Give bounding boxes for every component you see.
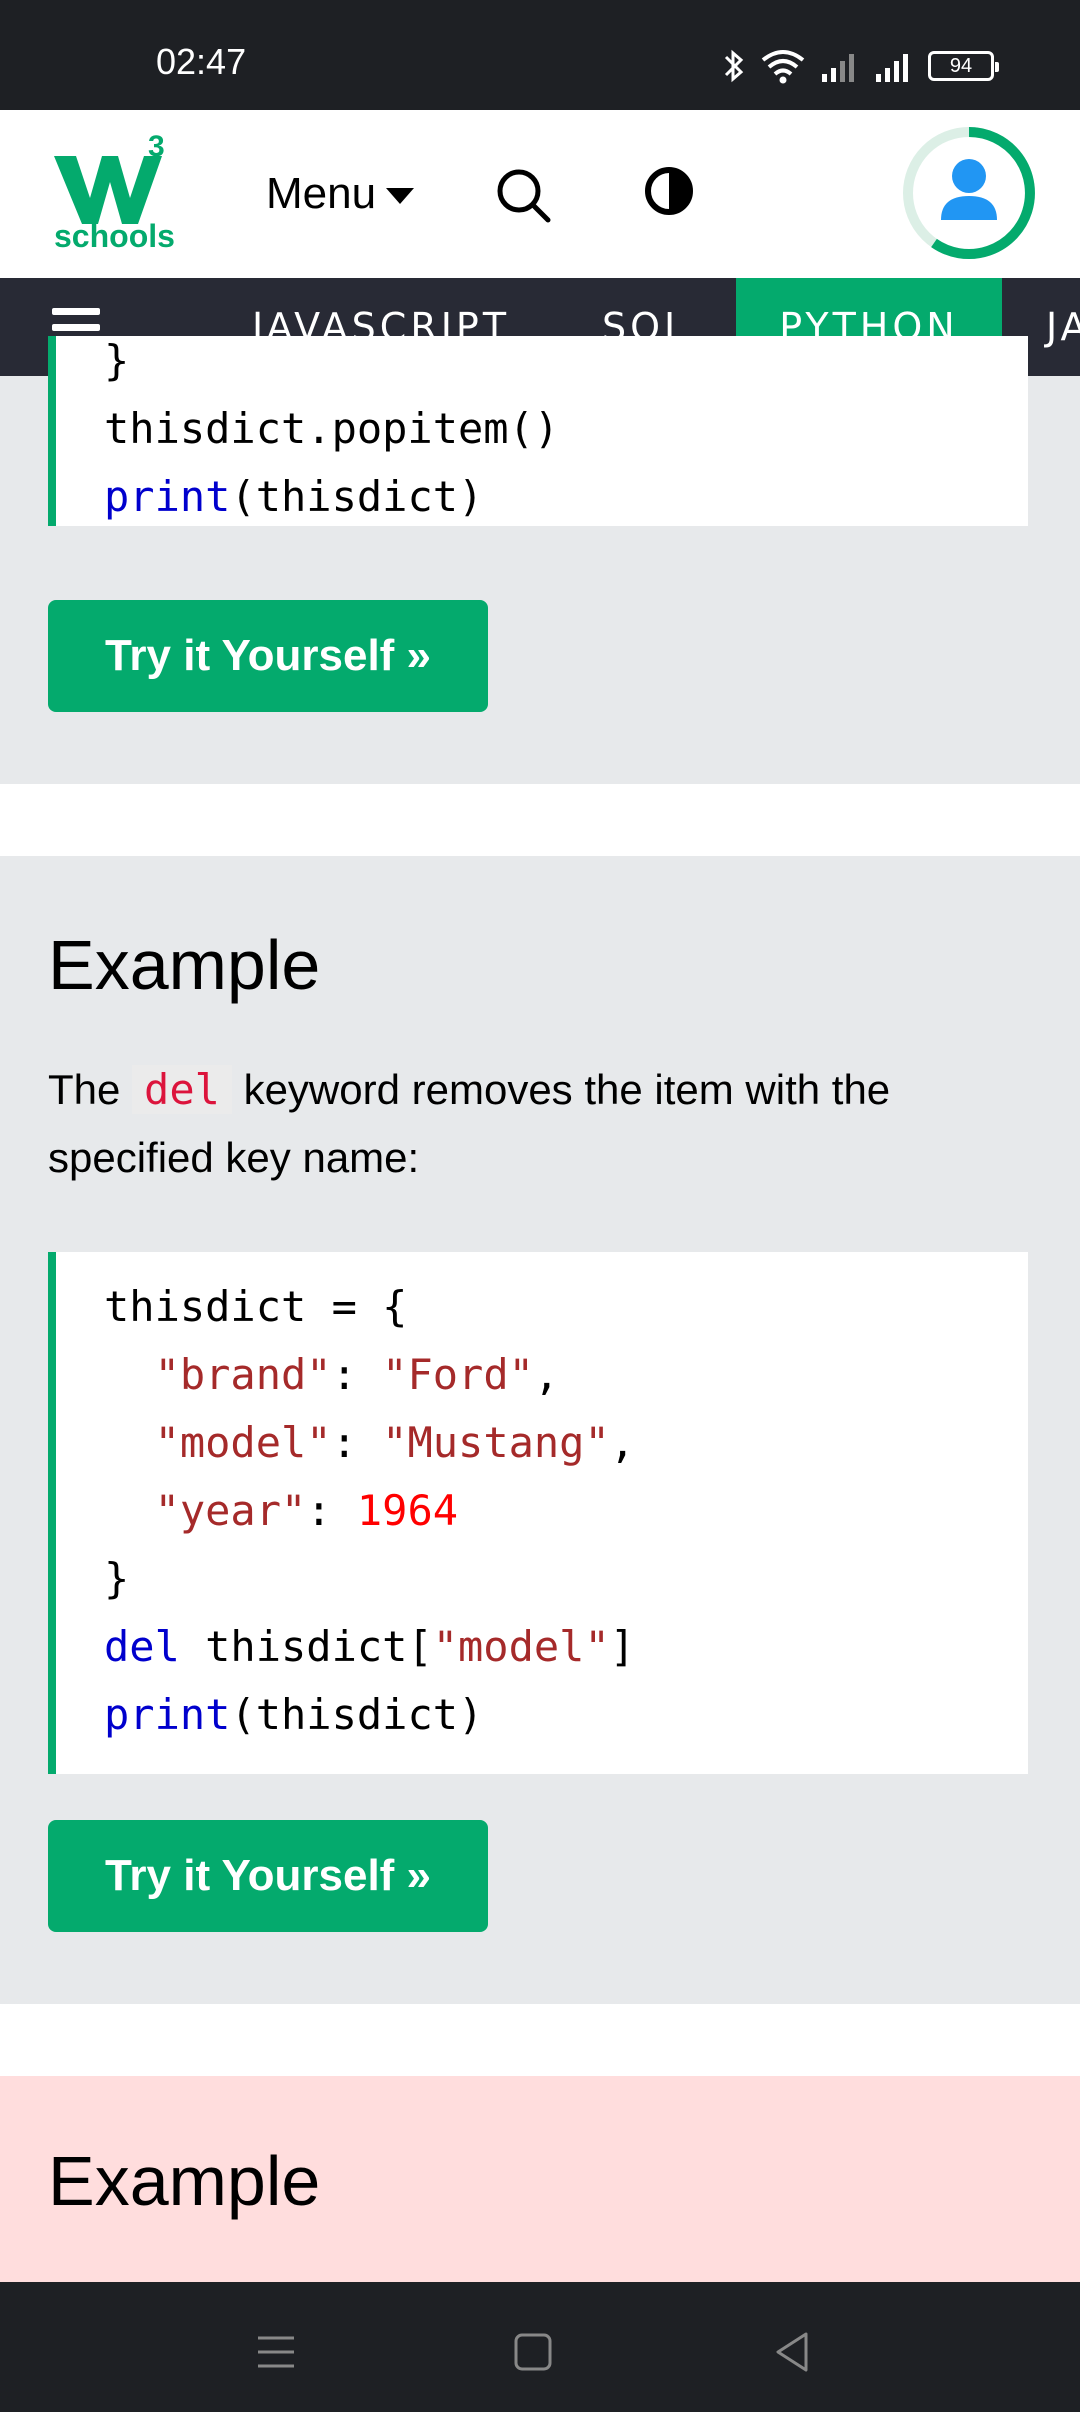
code-line: thisdict.popitem() <box>104 404 560 453</box>
contrast-icon <box>645 167 693 215</box>
w3schools-logo[interactable]: 3 schools <box>52 130 182 260</box>
code-line: "model": "Mustang", <box>154 1418 636 1467</box>
back-icon[interactable] <box>762 2322 822 2382</box>
wifi-icon <box>761 50 805 84</box>
home-icon[interactable] <box>503 2322 563 2382</box>
status-time: 02:47 <box>156 41 247 82</box>
code-block: } thisdict.popitem() print(thisdict) <box>48 336 1028 526</box>
inline-code-del: del <box>132 1065 232 1114</box>
search-icon <box>497 169 551 223</box>
bluetooth-icon <box>724 49 744 83</box>
signal-icon-1 <box>822 54 854 82</box>
code-line: print(thisdict) <box>104 1690 484 1739</box>
status-icons: 94 <box>722 46 999 86</box>
dark-mode-toggle[interactable] <box>644 166 694 216</box>
example-panel-popitem: } thisdict.popitem() print(thisdict) Try… <box>0 336 1080 784</box>
code-line: "year": 1964 <box>154 1486 459 1535</box>
example-panel-next: Example <box>0 2076 1080 2282</box>
menu-icon[interactable] <box>246 2322 306 2382</box>
logo-superscript: 3 <box>148 130 165 163</box>
code-block: thisdict = { "brand": "Ford", "model": "… <box>48 1252 1028 1774</box>
code-line: "brand": "Ford", <box>154 1350 560 1399</box>
logo-text: schools <box>54 218 175 254</box>
example-panel-del: Example The del keyword removes the item… <box>0 856 1080 2004</box>
menu-label: Menu <box>266 169 377 218</box>
system-navigation-bar <box>0 2282 1080 2412</box>
user-avatar-button[interactable] <box>900 124 1038 262</box>
code-line: print(thisdict) <box>104 476 483 518</box>
code-line: del thisdict["model"] <box>104 1622 636 1671</box>
code-token: (thisdict) <box>230 472 484 521</box>
example-title: Example <box>48 926 321 1004</box>
signal-icon-2 <box>876 54 908 82</box>
try-it-yourself-button[interactable]: Try it Yourself » <box>48 600 488 712</box>
battery-icon: 94 <box>928 51 999 81</box>
search-button[interactable] <box>494 166 554 226</box>
menu-button[interactable]: Menu <box>266 166 415 222</box>
site-header: 3 schools Menu <box>0 110 1080 278</box>
caret-down-icon <box>386 188 415 204</box>
code-line: thisdict = { <box>104 1282 408 1331</box>
example-description: The del keyword removes the item with th… <box>48 1065 891 1181</box>
code-line: } <box>104 336 130 385</box>
status-bar: 02:47 94 <box>0 0 1080 110</box>
code-line: } <box>104 1554 130 1603</box>
user-avatar-icon <box>903 127 1035 259</box>
code-token: print <box>104 472 231 521</box>
try-it-yourself-button[interactable]: Try it Yourself » <box>48 1820 488 1932</box>
example-title: Example <box>48 2142 321 2220</box>
